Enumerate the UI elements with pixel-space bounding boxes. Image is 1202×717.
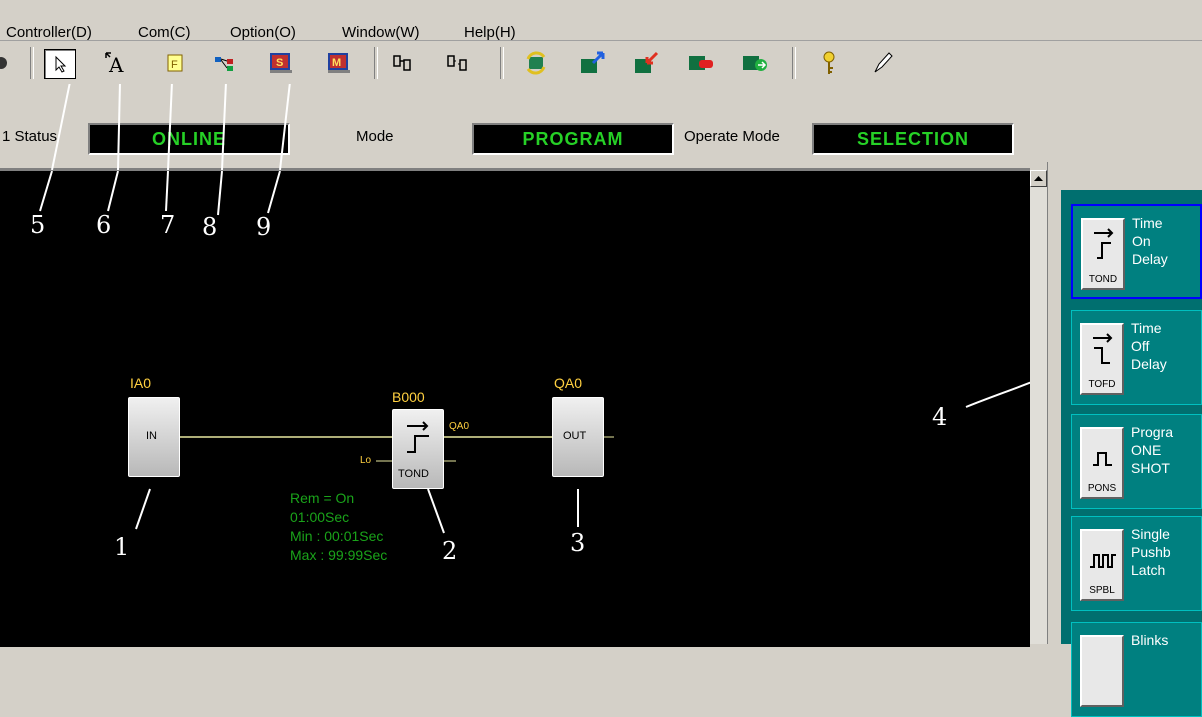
panel-splitter[interactable] [1047,162,1062,644]
spbl-button[interactable]: SPBL [1080,529,1124,601]
svg-text:M: M [332,57,341,69]
param-time: 01:00Sec [290,509,350,525]
blink-desc: Blinks [1131,632,1169,648]
canvas-scrollbar[interactable] [1030,170,1047,644]
timer-lo-pin: Lo [360,455,372,466]
pons-desc: Progra ONE SHOT [1131,424,1174,476]
menu-option[interactable]: Option(O) [230,24,296,41]
svg-text:S: S [276,57,283,69]
on-delay-icon [1094,228,1114,259]
timer-params: Rem = On 01:00Sec Min : 00:01Sec Max : 9… [290,489,387,565]
s-block-icon[interactable]: S [266,49,296,77]
param-max: Max : 99:99Sec [290,547,388,563]
mode-value: PROGRAM [472,123,674,155]
pushbutton-latch-icon [1090,554,1116,568]
toolbar-separator [30,47,34,79]
menu-bar: Controller(D) Com(C) Option(O) Window(W)… [0,0,1202,41]
tofd-desc: Time Off Delay [1131,320,1167,372]
toolbar-separator [500,47,504,79]
tond-tag: TOND [1088,274,1118,285]
menu-help[interactable]: Help(H) [464,24,516,41]
input-block-text: IN [146,430,157,442]
toolbar-separator [374,47,378,79]
timer-block-name: B000 [392,389,425,405]
input-block-name: IA0 [130,375,152,391]
spbl-tag: SPBL [1089,585,1115,596]
timer-block-text: TOND [398,468,429,480]
tofd-button[interactable]: TOFD [1080,323,1124,395]
output-block-text: OUT [563,430,587,442]
pen-icon[interactable] [868,49,898,77]
callout-9: 9 [256,213,272,241]
callout-4: 4 [932,403,948,431]
menu-com[interactable]: Com(C) [138,24,191,41]
tond-button[interactable]: TOND [1081,218,1125,290]
callout-8: 8 [202,213,218,241]
download-icon[interactable] [632,49,662,77]
timer-on-delay-icon [407,421,429,453]
palette-item-pons[interactable]: PONS Progra ONE SHOT [1071,414,1202,509]
callout-7: 7 [160,211,176,239]
tond-desc: Time On Delay [1132,215,1168,267]
tofd-tag: TOFD [1088,379,1116,390]
pons-button[interactable]: PONS [1080,427,1124,499]
toolbar-separator [792,47,796,79]
callout-2: 2 [442,537,458,565]
callout-leaders [51,84,291,170]
spbl-desc: Single Pushb Latch [1131,526,1171,578]
palette-item-blink[interactable]: Blinks [1071,622,1202,717]
one-shot-icon [1093,452,1112,466]
timer-block[interactable]: TOND [392,409,444,489]
off-delay-icon [1093,333,1113,364]
scroll-up-button[interactable] [1030,170,1047,187]
param-min: Min : 00:01Sec [290,528,384,544]
palette-item-spbl[interactable]: SPBL Single Pushb Latch [1071,516,1202,611]
svg-text:F: F [171,59,178,71]
connect-icon[interactable] [210,49,240,77]
callout-6: 6 [96,211,112,239]
menu-controller[interactable]: Controller(D) [6,24,92,41]
param-rem: Rem = On [290,490,355,506]
callout-3: 3 [570,529,586,557]
upload-icon[interactable] [578,49,608,77]
stop-icon[interactable] [686,49,716,77]
function-icon[interactable]: F [160,49,190,77]
callout-5: 5 [30,211,46,239]
link-icon[interactable] [390,49,420,77]
operate-mode-value: SELECTION [812,123,1014,155]
run-icon[interactable] [740,49,770,77]
palette-item-tond[interactable]: TOND Time On Delay [1071,204,1202,299]
output-block[interactable]: OUT [552,397,604,477]
function-palette: TOND Time On Delay TOFD Time Off Delay P… [1061,190,1202,717]
mode-label: Mode [356,128,394,145]
text-icon[interactable]: A [102,49,132,77]
key-icon[interactable] [814,49,844,77]
toolbar: A F S M [0,41,1202,84]
input-block[interactable]: IN [128,397,180,477]
menu-window[interactable]: Window(W) [342,24,420,41]
timer-out-pin: QA0 [449,421,470,432]
palette-item-tofd[interactable]: TOFD Time Off Delay [1071,310,1202,405]
unlink-icon[interactable] [444,49,474,77]
m-block-icon[interactable]: M [324,49,354,77]
refresh-icon[interactable] [522,49,552,77]
callout-1: 1 [114,533,130,561]
blink-button[interactable] [1080,635,1124,707]
svg-text:A: A [108,53,124,75]
program-canvas[interactable]: IA0 IN B000 TOND QA0 Lo QA0 OUT Rem = On… [0,168,1030,647]
pons-tag: PONS [1087,483,1117,494]
partial-icon[interactable] [0,49,16,77]
output-block-name: QA0 [554,375,583,391]
pointer-icon[interactable] [44,49,76,79]
operate-mode-label: Operate Mode [684,128,780,145]
